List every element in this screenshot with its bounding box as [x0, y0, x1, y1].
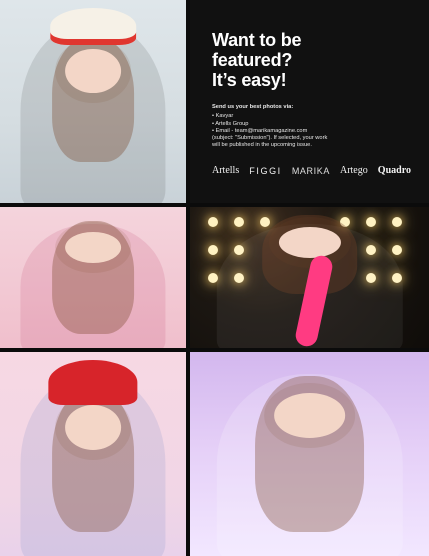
light-bulb [366, 217, 376, 227]
brand-figgi: FIGGI [249, 166, 282, 176]
photo-background [0, 0, 186, 203]
subject-line: (subject: "Submission"). If selected, yo… [212, 135, 328, 142]
brand-artells: Artells [212, 165, 240, 176]
photo-girl-white-hat [0, 0, 186, 203]
white-knit-hat [50, 8, 136, 45]
model-face [65, 405, 121, 450]
light-bulb [392, 217, 402, 227]
partner-brands: Artells FIGGI MARIKA Artego Quadro [212, 165, 411, 177]
submission-collage: Want to be featured? It’s easy! Send us … [0, 0, 429, 556]
photo-background [190, 207, 429, 348]
red-knit-hat [48, 360, 138, 406]
photo-girl-skateboard-lights [190, 207, 429, 348]
featured-info-panel: Want to be featured? It’s easy! Send us … [190, 0, 429, 203]
method-kavyar: • Kavyar [212, 113, 234, 120]
model-face [65, 232, 121, 264]
model-face [65, 48, 121, 94]
model-face [273, 392, 346, 438]
light-bulb [234, 217, 244, 227]
send-label: Send us your best photos via: [212, 104, 294, 110]
brand-quadro: Quadro [377, 165, 411, 176]
photo-background [190, 352, 429, 556]
light-bulb [208, 217, 218, 227]
photo-background [0, 352, 186, 556]
submission-methods: • Kavyar • Artells Group • Email - team@… [212, 113, 411, 135]
method-email: • Email - team@marikamagazine.com [212, 127, 308, 134]
method-artells-group: • Artells Group [212, 120, 249, 127]
featured-instructions: Send us your best photos via: • Kavyar •… [212, 104, 411, 150]
photo-background [0, 207, 186, 348]
light-bulb [208, 245, 218, 255]
publish-line: will be published in the upcoming issue. [212, 142, 312, 149]
brand-marika: MARIKA [291, 166, 330, 176]
model-face [278, 226, 341, 258]
photo-girl-purple-background [190, 352, 429, 556]
photo-girl-pink-sweater [0, 207, 186, 348]
photo-girl-red-hat [0, 352, 186, 556]
brand-artego: Artego [339, 165, 368, 176]
featured-text-block: Want to be featured? It’s easy! Send us … [212, 30, 411, 150]
light-bulb [392, 245, 402, 255]
light-bulb [260, 217, 270, 227]
featured-headline: Want to be featured? It’s easy! [212, 30, 302, 90]
